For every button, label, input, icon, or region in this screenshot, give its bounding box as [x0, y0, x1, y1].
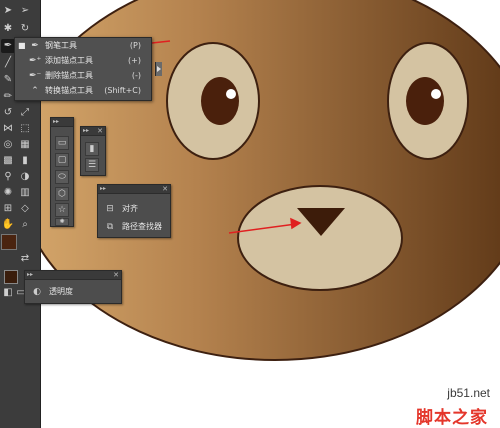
width-tool-icon[interactable]: ⋈ — [1, 122, 15, 136]
watermark-domain: jb51.net — [447, 386, 490, 400]
left-eye-highlight — [226, 89, 236, 99]
flyout-item-label: 添加锚点工具 — [45, 56, 93, 65]
swap-colors-icon[interactable]: ⇄ — [18, 252, 32, 266]
gradient-stroke-panel: ▸▸ ✕ ▮ ☰ — [80, 126, 106, 176]
align-icon: ⊟ — [106, 204, 114, 214]
blend-tool-icon[interactable]: ◑ — [18, 170, 32, 184]
graph-tool-icon[interactable]: ▥ — [18, 186, 32, 200]
close-icon[interactable]: ✕ — [113, 271, 119, 279]
flyout-item-shortcut: (Shift+C) — [104, 86, 141, 95]
panel-header[interactable]: ▸▸ ✕ — [25, 271, 121, 280]
polygon-tool-icon[interactable]: ⬡ — [55, 187, 69, 201]
line-tool-icon[interactable]: ╱ — [1, 56, 15, 70]
pen-tool-flyout-menu: ■ ✒ 钢笔工具 (P) ✒⁺ 添加锚点工具 (+) ✒⁻ 删除锚点工具 (-)… — [14, 37, 162, 101]
flyout-item-label: 删除锚点工具 — [45, 71, 93, 80]
slice-tool-icon[interactable]: ◇ — [18, 202, 32, 216]
pencil-tool-icon[interactable]: ✏ — [1, 90, 15, 104]
gradient-tool-icon[interactable]: ▮ — [18, 154, 32, 168]
artboard-tool-icon[interactable]: ⊞ — [1, 202, 15, 216]
selection-tool-icon[interactable]: ➤ — [1, 4, 15, 18]
close-icon[interactable]: ✕ — [97, 127, 103, 135]
flyout-item-label: 钢笔工具 — [45, 41, 77, 50]
close-icon[interactable]: ✕ — [162, 185, 168, 193]
panel-item-align[interactable]: ⊟ 对齐 — [100, 201, 168, 217]
right-eye-highlight — [431, 89, 441, 99]
collapse-icon[interactable]: ▸▸ — [100, 185, 106, 193]
panel-item-label: 透明度 — [49, 287, 73, 296]
align-pathfinder-panel: ▸▸ ✕ ⊟ 对齐 ⧉ 路径查找器 — [97, 184, 171, 238]
pen-tool-icon[interactable]: ✒ — [1, 39, 15, 53]
transparency-icon: ◐ — [33, 287, 41, 297]
collapse-icon[interactable]: ▸▸ — [83, 127, 89, 135]
collapse-icon[interactable]: ▸▸ — [27, 271, 33, 279]
flyout-item-shortcut: (-) — [131, 71, 141, 80]
lasso-tool-icon[interactable]: ↻ — [18, 22, 32, 36]
flyout-item-delete-anchor[interactable]: ✒⁻ 删除锚点工具 (-) — [15, 69, 151, 83]
active-bullet-icon: ■ — [18, 41, 26, 50]
flyout-item-shortcut: (P) — [129, 41, 141, 50]
muzzle — [237, 185, 403, 291]
pathfinder-icon: ⧉ — [106, 222, 114, 232]
panel-item-label: 对齐 — [122, 204, 138, 213]
direct-selection-tool-icon[interactable]: ➢ — [18, 4, 32, 18]
flyout-item-label: 转换锚点工具 — [45, 86, 93, 95]
watermark-name: 脚本之家 — [416, 408, 488, 428]
flyout-item-convert-anchor[interactable]: ⌃ 转换锚点工具 (Shift+C) — [15, 84, 151, 98]
panel-header[interactable]: ▸▸ ✕ — [98, 185, 170, 194]
scale-tool-icon[interactable]: ⤢ — [18, 106, 32, 120]
shape-builder-tool-icon[interactable]: ◎ — [1, 138, 15, 152]
rotate-tool-icon[interactable]: ↺ — [1, 106, 15, 120]
fill-color-swatch[interactable] — [1, 234, 17, 250]
panel-item-transparency[interactable]: ◐ 透明度 — [27, 284, 119, 300]
left-pupil — [201, 77, 239, 125]
zoom-tool-icon[interactable]: ⌕ — [18, 218, 32, 232]
panel-header[interactable]: ▸▸ — [51, 118, 73, 127]
flyout-item-pen-tool[interactable]: ■ ✒ 钢笔工具 (P) — [15, 39, 151, 53]
tearoff-arrow-icon[interactable] — [155, 62, 162, 76]
flare-tool-icon[interactable]: ✺ — [55, 218, 69, 226]
flyout-item-add-anchor[interactable]: ✒⁺ 添加锚点工具 (+) — [15, 54, 151, 68]
panel-item-pathfinder[interactable]: ⧉ 路径查找器 — [100, 219, 168, 235]
panel-item-label: 路径查找器 — [122, 222, 162, 231]
transparency-panel: ▸▸ ✕ ◐ 透明度 — [24, 270, 122, 304]
stroke-panel-icon[interactable]: ☰ — [85, 158, 99, 172]
paintbrush-tool-icon[interactable]: ✎ — [1, 73, 15, 87]
star-tool-icon[interactable]: ☆ — [55, 203, 69, 217]
collapse-icon[interactable]: ▸▸ — [53, 118, 59, 126]
right-pupil — [406, 77, 444, 125]
mesh-tool-icon[interactable]: ▩ — [1, 154, 15, 168]
gradient-panel-icon[interactable]: ▮ — [85, 142, 99, 156]
eyedropper-tool-icon[interactable]: ⚲ — [1, 170, 15, 184]
pen-icon: ✒ — [31, 41, 39, 51]
rounded-rectangle-tool-icon[interactable]: ▢ — [55, 153, 69, 167]
convert-anchor-icon: ⌃ — [31, 86, 39, 96]
symbol-sprayer-tool-icon[interactable]: ✺ — [1, 186, 15, 200]
shape-tools-panel: ▸▸ ▭ ▢ ⬭ ⬡ ☆ ✺ — [50, 117, 74, 227]
ellipse-tool-icon[interactable]: ⬭ — [55, 170, 69, 184]
drawing-mode-icon[interactable]: ◧ — [1, 286, 15, 300]
magic-wand-tool-icon[interactable]: ✱ — [1, 22, 15, 36]
perspective-grid-tool-icon[interactable]: ▦ — [18, 138, 32, 152]
hand-tool-icon[interactable]: ✋ — [1, 218, 15, 232]
panel-header[interactable]: ▸▸ ✕ — [81, 127, 105, 136]
rectangle-tool-icon[interactable]: ▭ — [55, 136, 69, 150]
delete-anchor-icon: ✒⁻ — [29, 71, 42, 81]
free-transform-tool-icon[interactable]: ⬚ — [18, 122, 32, 136]
stroke-color-swatch[interactable] — [4, 270, 18, 284]
add-anchor-icon: ✒⁺ — [29, 56, 42, 66]
flyout-item-shortcut: (+) — [128, 56, 141, 65]
